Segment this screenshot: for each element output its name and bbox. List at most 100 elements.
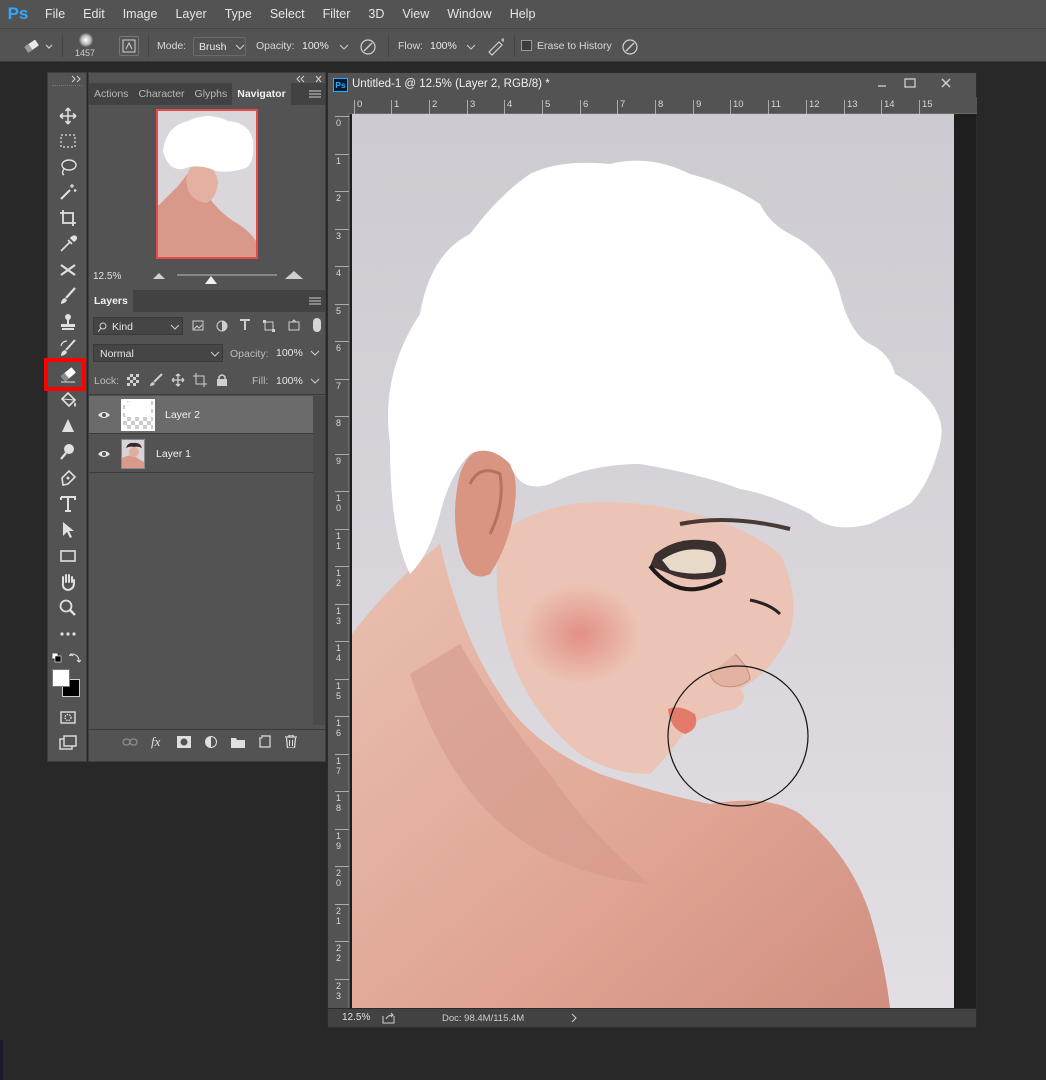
ruler-origin[interactable] bbox=[332, 97, 349, 114]
trash-icon[interactable] bbox=[285, 735, 297, 748]
pressure-opacity-button[interactable] bbox=[358, 37, 378, 57]
layer-opacity-input[interactable]: 100% bbox=[274, 344, 322, 362]
menu-3d[interactable]: 3D bbox=[359, 0, 393, 28]
type-tool[interactable] bbox=[54, 492, 81, 516]
status-zoom[interactable]: 12.5% bbox=[342, 1012, 370, 1023]
clone-stamp-tool[interactable] bbox=[54, 310, 81, 334]
lock-position-icon[interactable] bbox=[171, 373, 185, 387]
smart-object-filter-icon[interactable] bbox=[288, 319, 300, 331]
tab-layers[interactable]: Layers bbox=[89, 290, 133, 312]
eye-icon[interactable] bbox=[97, 449, 111, 459]
lasso-tool[interactable] bbox=[54, 155, 81, 179]
default-colors-button[interactable] bbox=[52, 653, 62, 663]
magic-wand-tool[interactable] bbox=[54, 180, 81, 204]
type-filter-icon[interactable] bbox=[239, 319, 251, 331]
swap-colors-button[interactable] bbox=[69, 652, 81, 664]
doc-minimize-button[interactable] bbox=[871, 76, 893, 92]
lock-all-icon[interactable] bbox=[216, 373, 228, 387]
blur-tool[interactable] bbox=[54, 414, 81, 438]
navigator-zoom-slider[interactable] bbox=[177, 274, 277, 276]
layer-thumbnail[interactable] bbox=[121, 399, 155, 431]
filter-toggle[interactable] bbox=[313, 318, 321, 332]
history-brush-tool[interactable] bbox=[54, 336, 81, 360]
lock-artboard-icon[interactable] bbox=[193, 373, 207, 387]
layer-name[interactable]: Layer 2 bbox=[165, 409, 200, 421]
navigator-zoom-value[interactable]: 12.5% bbox=[93, 271, 121, 282]
tool-preset-picker[interactable] bbox=[20, 36, 56, 56]
pressure-size-button[interactable] bbox=[620, 37, 640, 57]
new-layer-icon[interactable] bbox=[259, 735, 271, 748]
panel-menu-icon[interactable] bbox=[309, 89, 321, 99]
menu-image[interactable]: Image bbox=[114, 0, 167, 28]
crop-tool[interactable] bbox=[54, 206, 81, 230]
layer-name[interactable]: Layer 1 bbox=[156, 448, 191, 460]
rectangle-tool[interactable] bbox=[54, 544, 81, 568]
chevron-down-icon[interactable] bbox=[464, 37, 478, 56]
menu-filter[interactable]: Filter bbox=[314, 0, 360, 28]
hand-tool[interactable] bbox=[54, 570, 81, 594]
menu-type[interactable]: Type bbox=[216, 0, 261, 28]
panel-menu-icon[interactable] bbox=[309, 296, 321, 306]
chevron-down-icon[interactable] bbox=[337, 37, 351, 56]
menu-select[interactable]: Select bbox=[261, 0, 314, 28]
add-mask-icon[interactable] bbox=[177, 736, 191, 748]
screen-mode-button[interactable] bbox=[54, 731, 81, 755]
menu-file[interactable]: File bbox=[36, 0, 74, 28]
move-tool[interactable] bbox=[54, 104, 81, 128]
menu-edit[interactable]: Edit bbox=[74, 0, 114, 28]
layer-row[interactable]: Layer 1 bbox=[89, 435, 313, 473]
adjustment-layer-icon[interactable] bbox=[205, 736, 217, 748]
dock-collapse-button[interactable] bbox=[294, 75, 324, 83]
marquee-tool[interactable] bbox=[54, 129, 81, 153]
link-layers-icon[interactable] bbox=[122, 737, 138, 747]
brush-preset-picker[interactable]: 1457 bbox=[72, 31, 100, 61]
doc-maximize-button[interactable] bbox=[899, 76, 921, 92]
layer-filter-select[interactable]: Kind bbox=[93, 317, 183, 335]
brush-tool[interactable] bbox=[54, 284, 81, 308]
fill-input[interactable]: 100% bbox=[274, 371, 322, 389]
menu-help[interactable]: Help bbox=[501, 0, 545, 28]
lock-image-pixels-icon[interactable] bbox=[149, 373, 163, 387]
pixel-filter-icon[interactable] bbox=[192, 320, 204, 332]
paint-bucket-tool[interactable] bbox=[54, 388, 81, 412]
window-minimize-button[interactable] bbox=[1000, 0, 1046, 28]
canvas-image[interactable] bbox=[350, 114, 976, 1008]
share-icon[interactable] bbox=[382, 1012, 396, 1024]
folder-icon[interactable] bbox=[231, 736, 245, 748]
dodge-tool[interactable] bbox=[54, 440, 81, 464]
erase-to-history-checkbox[interactable] bbox=[521, 40, 532, 51]
eye-icon[interactable] bbox=[97, 410, 111, 420]
tab-character[interactable]: Character bbox=[133, 83, 189, 105]
zoom-in-mountain-icon[interactable] bbox=[285, 270, 303, 280]
pen-tool[interactable] bbox=[54, 466, 81, 490]
zoom-tool[interactable] bbox=[54, 596, 81, 620]
airbrush-button[interactable] bbox=[485, 37, 507, 57]
blend-mode-select[interactable]: Normal bbox=[93, 344, 223, 362]
foreground-color-swatch[interactable] bbox=[52, 669, 70, 687]
tab-navigator[interactable]: Navigator bbox=[232, 83, 291, 105]
brush-panel-toggle-button[interactable] bbox=[119, 36, 139, 56]
edit-toolbar-button[interactable] bbox=[54, 622, 81, 646]
adjustment-filter-icon[interactable] bbox=[216, 320, 228, 332]
vertical-ruler[interactable]: 0 1 2 3 4 5 6 7 8 9 1 0 1 1 1 2 1 3 1 4 1 5 1 6 1 7 1 8 1 9… bbox=[332, 114, 349, 1014]
healing-brush-tool[interactable] bbox=[54, 258, 81, 282]
path-selection-tool[interactable] bbox=[54, 518, 81, 542]
fx-icon[interactable]: fx bbox=[151, 734, 160, 750]
chevron-right-icon[interactable] bbox=[570, 1013, 578, 1023]
doc-close-button[interactable] bbox=[934, 76, 958, 92]
zoom-out-mountain-icon[interactable] bbox=[153, 272, 165, 280]
layer-row[interactable]: Layer 2 bbox=[89, 396, 313, 434]
navigator-preview[interactable] bbox=[156, 109, 258, 259]
menu-layer[interactable]: Layer bbox=[166, 0, 215, 28]
panel-grip[interactable] bbox=[52, 85, 82, 87]
slider-handle-icon[interactable] bbox=[205, 275, 217, 285]
tab-glyphs[interactable]: Glyphs bbox=[190, 83, 233, 105]
layer-thumbnail[interactable] bbox=[121, 439, 145, 469]
document-title-bar[interactable]: Ps Untitled-1 @ 12.5% (Layer 2, RGB/8) * bbox=[328, 73, 976, 97]
eyedropper-tool[interactable] bbox=[54, 232, 81, 256]
canvas-area[interactable] bbox=[350, 114, 976, 1008]
shape-filter-icon[interactable] bbox=[263, 320, 275, 332]
menu-window[interactable]: Window bbox=[438, 0, 500, 28]
panel-collapse-button[interactable] bbox=[70, 75, 84, 83]
tab-actions[interactable]: Actions bbox=[89, 83, 133, 105]
